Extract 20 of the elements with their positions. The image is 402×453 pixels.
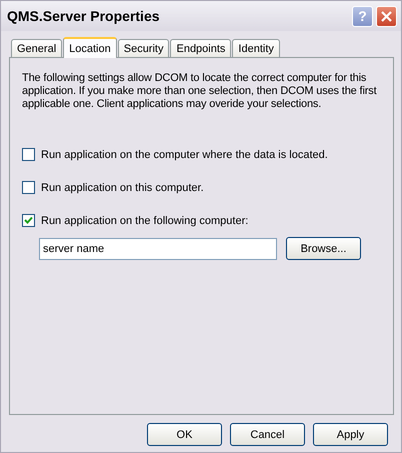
dialog-button[interactable]: Cancel: [230, 423, 305, 446]
checkbox[interactable]: [22, 148, 35, 161]
browse-button[interactable]: Browse...: [286, 237, 361, 260]
checkbox-label: Run application on this computer.: [41, 182, 204, 194]
dialog-button[interactable]: OK: [147, 423, 222, 446]
checkbox[interactable]: [22, 181, 35, 194]
tab[interactable]: Endpoints: [170, 39, 232, 57]
checkbox[interactable]: [22, 214, 35, 227]
description-text: The following settings allow DCOM to locate the correct computer for this application. If you make more than one selection, then DCOM uses the first applicable one. Client applications may overide your selections.: [22, 72, 378, 111]
close-icon: [380, 10, 393, 22]
window-title: QMS.Server Properties: [7, 8, 161, 24]
dialog-button[interactable]: Apply: [313, 423, 388, 446]
close-button[interactable]: [376, 6, 397, 26]
tab[interactable]: Security: [118, 39, 170, 57]
tab[interactable]: Identity: [232, 39, 280, 57]
computer-name-field[interactable]: server name: [39, 238, 277, 260]
checkbox-label: Run application on the following computer:: [41, 214, 248, 226]
checkbox-label: Run application on the computer where the data is located.: [41, 148, 328, 160]
tab[interactable]: Location: [63, 37, 117, 58]
tab[interactable]: General: [11, 39, 62, 57]
